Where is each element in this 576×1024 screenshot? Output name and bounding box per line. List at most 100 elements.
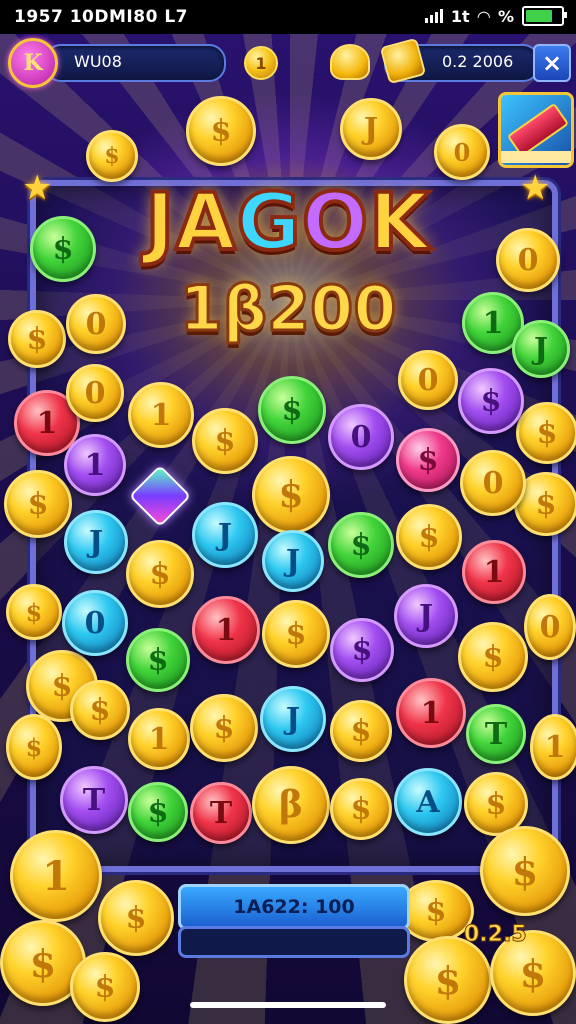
coin-purple[interactable]: $ <box>458 368 524 434</box>
coin-symbol: $ <box>89 692 111 728</box>
bonus-chest-icon[interactable] <box>498 92 574 168</box>
coin-symbol: β <box>279 784 303 826</box>
battery-icon <box>522 6 567 26</box>
coin-symbol: 0 <box>482 465 504 501</box>
coin-green[interactable]: $ <box>126 628 190 692</box>
coin-gold[interactable]: $ <box>458 622 528 692</box>
coin-gold[interactable]: 0 <box>66 364 124 422</box>
coin-red[interactable]: 1 <box>192 596 260 664</box>
coin-gold: $ <box>186 96 256 166</box>
coin-symbol: 1 <box>148 721 170 757</box>
coin-gold[interactable]: 1 <box>128 708 190 770</box>
coin-symbol: 1 <box>150 397 172 433</box>
coin-symbol: $ <box>210 113 232 149</box>
coin-gold[interactable]: 0 <box>460 450 526 516</box>
coin-symbol: 1 <box>483 554 505 590</box>
coin-symbol: $ <box>536 415 558 451</box>
coin-red[interactable]: 1 <box>396 678 466 748</box>
coin-gold[interactable]: 1 <box>128 382 194 448</box>
coin-gold: $ <box>6 714 62 780</box>
coin-symbol: 0 <box>84 375 106 411</box>
coin-symbol: $ <box>417 442 439 478</box>
coin-pink[interactable]: $ <box>396 428 460 492</box>
coin-symbol: 0 <box>453 137 471 167</box>
percent-label: % <box>497 6 514 26</box>
coin-gold[interactable]: $ <box>70 680 130 740</box>
coin-gold[interactable]: $ <box>192 408 258 474</box>
coin-symbol: $ <box>94 969 116 1005</box>
coin-symbol: $ <box>350 791 372 827</box>
coin-gold[interactable]: $ <box>330 778 392 840</box>
coin-green: $ <box>30 216 96 282</box>
coin-green: J <box>512 320 570 378</box>
coin-symbol: 1 <box>84 447 106 483</box>
coin-symbol: $ <box>278 474 304 516</box>
coin-gold[interactable]: $ <box>396 504 462 570</box>
level-bar: WU08 <box>44 44 226 82</box>
coin-symbol: $ <box>485 786 507 822</box>
coin-gold: J <box>340 98 402 160</box>
home-indicator[interactable] <box>190 1002 386 1008</box>
coin-blue[interactable]: J <box>64 510 128 574</box>
coin-symbol: $ <box>434 957 462 1003</box>
coin-symbol: 0 <box>85 306 107 342</box>
coin-symbol: $ <box>51 668 73 704</box>
coin-blue[interactable]: J <box>262 530 324 592</box>
coin-symbol: J <box>533 331 549 367</box>
coin-gold: $ <box>98 880 174 956</box>
coin-gold[interactable]: $ <box>330 700 392 762</box>
coin-green[interactable]: $ <box>128 782 188 842</box>
coin-red[interactable]: 1 <box>462 540 526 604</box>
level-badge[interactable]: K <box>8 38 58 88</box>
coin-symbol: $ <box>519 950 547 996</box>
coin-symbol: J <box>217 517 233 553</box>
coin-symbol: J <box>363 111 379 147</box>
coin-symbol: $ <box>25 732 43 762</box>
coin-symbol: $ <box>29 940 57 986</box>
close-button[interactable]: × <box>533 44 571 82</box>
signal-icon <box>424 9 443 23</box>
coin-purple[interactable]: T <box>60 766 128 834</box>
title-part: G <box>235 176 303 270</box>
coin-symbol: $ <box>25 597 43 627</box>
coin-symbol: 1 <box>420 695 442 731</box>
coin-symbol: $ <box>285 616 307 652</box>
coin-symbol: $ <box>425 893 447 929</box>
coin-gold: 0 <box>524 594 576 660</box>
bet-display[interactable]: 1A622: 100 <box>178 884 410 930</box>
coin-purple[interactable]: $ <box>330 618 394 682</box>
coin-blue[interactable]: J <box>260 686 326 752</box>
coin-gold[interactable]: 0 <box>398 350 458 410</box>
coin-green[interactable]: $ <box>258 376 326 444</box>
coin-red[interactable]: T <box>190 782 252 844</box>
coin-symbol: $ <box>147 794 169 830</box>
coin-symbol: $ <box>26 321 48 357</box>
helmet-icon[interactable] <box>330 44 370 80</box>
coin-symbol: 0 <box>84 605 106 641</box>
coin-blue[interactable]: J <box>192 502 258 568</box>
status-icons: 1t ◠ % <box>424 6 567 26</box>
title-part: K <box>367 176 431 270</box>
coin-purple[interactable]: J <box>394 584 458 648</box>
coin-gold[interactable]: $ <box>126 540 194 608</box>
coin-gold: 1 <box>530 714 576 780</box>
coin-gold[interactable]: $ <box>190 694 258 762</box>
coin-purple[interactable]: 0 <box>328 404 394 470</box>
coin-blue[interactable]: 0 <box>62 590 128 656</box>
coin-gold[interactable]: β <box>252 766 330 844</box>
coin-blue[interactable]: A <box>394 768 462 836</box>
coin-symbol: $ <box>350 527 372 563</box>
coin-gold: $ <box>8 310 66 368</box>
coin-green[interactable]: T <box>466 704 526 764</box>
coin-symbol: 1 <box>215 612 237 648</box>
coin-purple[interactable]: 1 <box>64 434 126 496</box>
coin-green[interactable]: $ <box>328 512 394 578</box>
coin-symbol: $ <box>350 713 372 749</box>
title-part: JA <box>143 176 237 270</box>
coin-symbol: J <box>418 598 434 634</box>
coin-gold[interactable]: $ <box>252 456 330 534</box>
coin-gold: $ <box>516 402 576 464</box>
coin-gold: $ <box>70 952 140 1022</box>
coin-gold[interactable]: $ <box>262 600 330 668</box>
coin-symbol: 1 <box>544 729 566 765</box>
